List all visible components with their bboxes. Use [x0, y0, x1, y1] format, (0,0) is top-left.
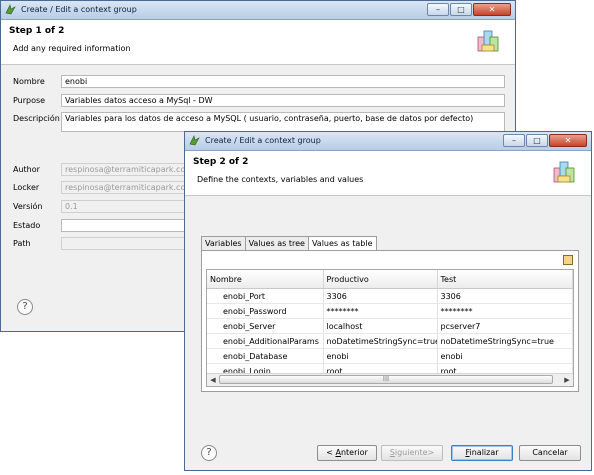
scroll-thumb[interactable]: III	[219, 375, 553, 384]
close-icon: ✕	[488, 5, 496, 14]
version-label: Versión	[13, 202, 43, 211]
productivo-value-cell[interactable]: ********	[323, 303, 438, 319]
minimize-icon: –	[436, 5, 440, 14]
productivo-value-cell[interactable]: enobi	[323, 348, 438, 364]
variable-name-cell[interactable]: enobi_Server	[207, 318, 324, 334]
test-value-cell[interactable]: pcserver7	[437, 318, 573, 334]
locker-input: respinosa@terramiticapark.com	[61, 181, 185, 194]
help-button-1[interactable]: ?	[17, 299, 33, 315]
author-input: respinosa@terramiticapark.com	[61, 163, 185, 176]
variable-name-cell[interactable]: enobi_Database	[207, 348, 324, 364]
anterior-label: nterior	[340, 448, 368, 457]
minimize-icon: –	[512, 136, 516, 145]
test-value-cell[interactable]: 3306	[437, 288, 573, 304]
close-button[interactable]: ✕	[549, 134, 587, 147]
scroll-left-arrow-icon[interactable]: ◀	[207, 374, 219, 386]
close-button[interactable]: ✕	[473, 3, 511, 16]
table-row[interactable]: enobi_Database enobi enobi	[207, 348, 573, 364]
values-table-panel: Nombre Productivo Test enobi_Port 3306 3…	[201, 250, 579, 392]
window2-titlebar[interactable]: Create / Edit a context group – □ ✕	[185, 132, 591, 151]
nombre-label: Nombre	[13, 77, 45, 86]
productivo-value-cell[interactable]: localhost	[323, 318, 438, 334]
test-value-cell[interactable]: ********	[437, 303, 573, 319]
nombre-input[interactable]: enobi	[61, 75, 505, 88]
column-header-test[interactable]: Test	[437, 270, 573, 289]
variable-name-cell[interactable]: enobi_Port	[207, 288, 324, 304]
descripcion-label: Descripción	[13, 114, 60, 123]
context-values-table: Nombre Productivo Test enobi_Port 3306 3…	[206, 269, 574, 387]
estado-input[interactable]	[61, 219, 185, 232]
table-row[interactable]: enobi_AdditionalParams noDatetimeStringS…	[207, 333, 573, 349]
variable-name-cell[interactable]: enobi_Password	[207, 303, 324, 319]
version-input: 0.1	[61, 200, 185, 213]
maximize-icon: □	[533, 136, 541, 145]
siguiente-label: iguiente>	[394, 448, 435, 457]
cancelar-button[interactable]: Cancelar	[519, 445, 581, 461]
export-icon[interactable]	[563, 255, 573, 265]
test-value-cell[interactable]: enobi	[437, 348, 573, 364]
context-tabs: Variables Values as tree Values as table	[201, 236, 377, 251]
minimize-button[interactable]: –	[503, 134, 525, 147]
eclipse-app-icon	[189, 135, 200, 146]
minimize-button[interactable]: –	[427, 3, 449, 16]
help-button-2[interactable]: ?	[201, 445, 217, 461]
productivo-value-cell[interactable]: 3306	[323, 288, 438, 304]
window1-header: Step 1 of 2 Add any required information	[1, 20, 515, 65]
maximize-button[interactable]: □	[450, 3, 472, 16]
eclipse-app-icon	[5, 4, 16, 15]
purpose-label: Purpose	[13, 96, 46, 105]
window2-title: Create / Edit a context group	[205, 136, 321, 145]
siguiente-button[interactable]: Siguiente>	[381, 445, 443, 461]
window1-title: Create / Edit a context group	[21, 5, 137, 14]
close-icon: ✕	[564, 136, 572, 145]
descripcion-text: Variables para los datos de acceso a MyS…	[65, 114, 474, 123]
tab-variables[interactable]: Variables	[201, 236, 246, 250]
estado-label: Estado	[13, 221, 41, 230]
window1-titlebar[interactable]: Create / Edit a context group – □ ✕	[1, 1, 515, 20]
context-group-wizard-icon	[553, 161, 575, 183]
column-header-productivo[interactable]: Productivo	[323, 270, 438, 289]
step-subtitle: Define the contexts, variables and value…	[197, 175, 364, 184]
step-title: Step 2 of 2	[193, 157, 249, 167]
path-label: Path	[13, 239, 31, 248]
context-group-wizard-icon	[477, 30, 499, 52]
finalizar-button[interactable]: Finalizar	[451, 445, 513, 461]
table-row[interactable]: enobi_Port 3306 3306	[207, 288, 573, 304]
context-group-window-step2: Create / Edit a context group – □ ✕ Step…	[184, 131, 592, 471]
maximize-button[interactable]: □	[526, 134, 548, 147]
table-row[interactable]: enobi_Password ******** ********	[207, 303, 573, 319]
step-subtitle: Add any required information	[13, 44, 131, 53]
descripcion-textarea[interactable]: Variables para los datos de acceso a MyS…	[61, 112, 505, 132]
tab-values-as-table[interactable]: Values as table	[307, 236, 377, 251]
path-input	[61, 237, 185, 250]
table-row[interactable]: enobi_Server localhost pcserver7	[207, 318, 573, 334]
window1-controls: – □ ✕	[426, 3, 511, 16]
step-title: Step 1 of 2	[9, 26, 65, 36]
horizontal-scrollbar[interactable]: ◀ III ▶	[207, 373, 573, 386]
variable-name-cell[interactable]: enobi_AdditionalParams	[207, 333, 324, 349]
author-label: Author	[13, 165, 40, 174]
productivo-value-cell[interactable]: noDatetimeStringSync=true	[323, 333, 438, 349]
scroll-right-arrow-icon[interactable]: ▶	[561, 374, 573, 386]
tab-values-as-tree[interactable]: Values as tree	[244, 236, 309, 250]
locker-label: Locker	[13, 183, 40, 192]
test-value-cell[interactable]: noDatetimeStringSync=true	[437, 333, 573, 349]
purpose-input[interactable]: Variables datos acceso a MySql - DW	[61, 94, 505, 107]
window2-controls: – □ ✕	[502, 134, 587, 147]
finalizar-label: inalizar	[469, 448, 499, 457]
anterior-button[interactable]: < Anterior	[317, 445, 377, 461]
window2-header: Step 2 of 2 Define the contexts, variabl…	[185, 151, 591, 196]
column-header-nombre[interactable]: Nombre	[207, 270, 324, 289]
maximize-icon: □	[457, 5, 465, 14]
